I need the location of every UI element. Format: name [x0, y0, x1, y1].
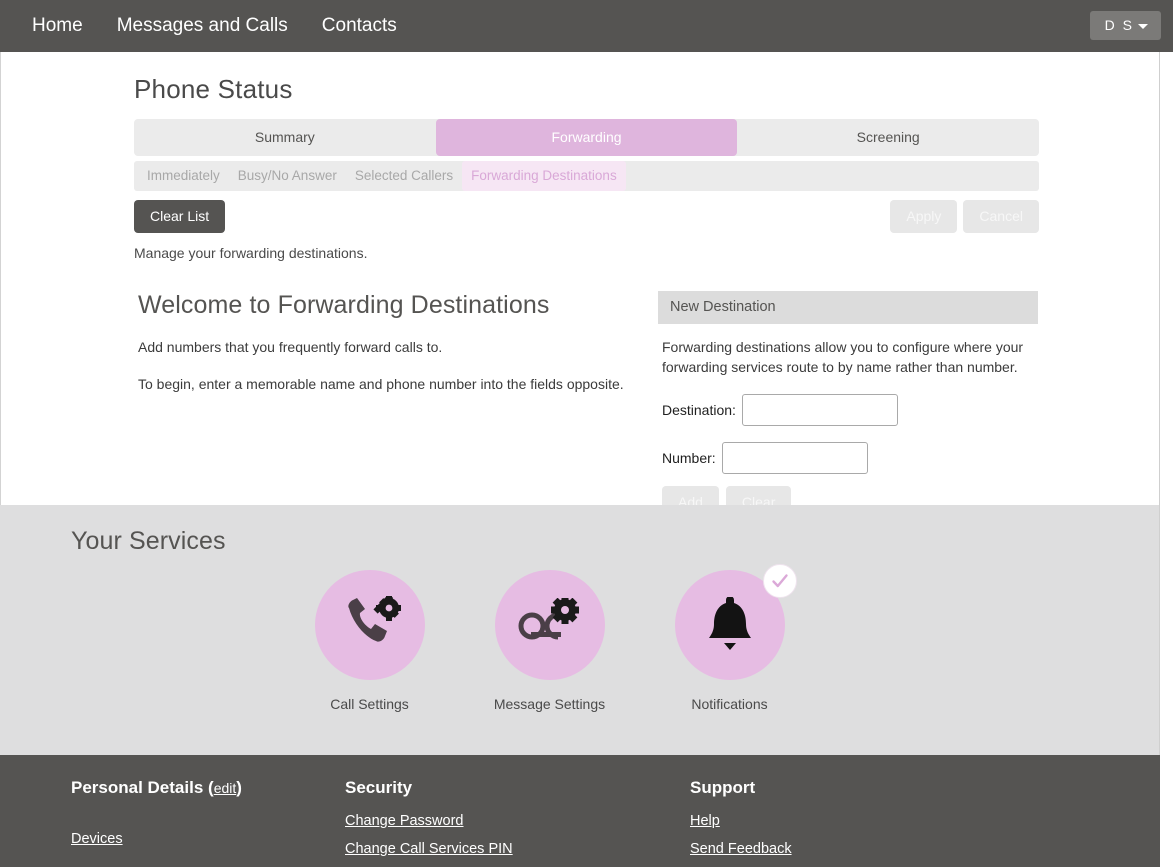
- footer-heading-support: Support: [690, 778, 756, 797]
- footer-heading-personal-details-text: Personal Details: [71, 778, 204, 797]
- footer-column-support: Support Help Send Feedback: [690, 773, 990, 867]
- tab-screening[interactable]: Screening: [737, 119, 1039, 156]
- voicemail-gear-icon: [518, 598, 579, 640]
- content-inner: Phone Status Summary Forwarding Screenin…: [1, 52, 1159, 519]
- destination-label: Destination:: [662, 401, 736, 418]
- your-services-title: Your Services: [71, 527, 226, 555]
- welcome-column: Welcome to Forwarding Destinations Add n…: [134, 291, 658, 519]
- new-destination-description: Forwarding destinations allow you to con…: [662, 339, 1024, 375]
- footer-link-change-call-services-pin[interactable]: Change Call Services PIN: [345, 841, 513, 857]
- destination-field-row: Destination:: [662, 393, 1038, 426]
- notifications-label: Notifications: [691, 696, 768, 712]
- nav-links: Home Messages and Calls Contacts: [0, 0, 414, 52]
- number-field-row: Number:: [662, 441, 1038, 474]
- footer-link-devices[interactable]: Devices: [71, 831, 123, 847]
- phone-gear-icon: [347, 596, 401, 642]
- service-tile-message-settings[interactable]: Message Settings: [477, 570, 623, 715]
- footer-heading-personal-details: Personal Details (edit): [71, 778, 345, 798]
- subtab-selected-callers[interactable]: Selected Callers: [346, 161, 462, 191]
- personal-details-edit-wrapper: (edit): [208, 778, 242, 797]
- footer-column-personal-details: Personal Details (edit) Devices: [0, 773, 345, 867]
- destination-input[interactable]: [741, 393, 898, 426]
- tab-summary[interactable]: Summary: [134, 119, 436, 156]
- new-destination-panel-body: Forwarding destinations allow you to con…: [658, 324, 1038, 519]
- check-icon: [771, 574, 788, 588]
- footer-link-send-feedback[interactable]: Send Feedback: [690, 841, 792, 857]
- welcome-heading: Welcome to Forwarding Destinations: [138, 291, 550, 319]
- message-settings-label: Message Settings: [493, 696, 606, 712]
- apply-cancel-group: Apply Cancel: [890, 200, 1039, 233]
- number-input[interactable]: [721, 441, 868, 474]
- welcome-line-2: To begin, enter a memorable name and pho…: [138, 375, 624, 392]
- footer-link-change-password[interactable]: Change Password: [345, 813, 464, 829]
- new-destination-panel: New Destination Forwarding destinations …: [658, 291, 1038, 519]
- primary-tab-bar: Summary Forwarding Screening: [134, 119, 1039, 156]
- nav-link-messages-and-calls[interactable]: Messages and Calls: [100, 0, 305, 52]
- secondary-tab-bar: Immediately Busy/No Answer Selected Call…: [134, 161, 1039, 191]
- right-edge-strip: [1161, 52, 1173, 867]
- call-settings-circle: [314, 570, 425, 680]
- service-tiles: Call Settings Message Settings Notificat…: [0, 564, 1159, 715]
- bell-icon: [708, 597, 751, 650]
- nav-link-home[interactable]: Home: [15, 0, 100, 52]
- chevron-down-icon: [1138, 23, 1148, 29]
- subtab-immediately[interactable]: Immediately: [138, 161, 229, 191]
- service-tile-notifications[interactable]: Notifications: [657, 564, 803, 715]
- main-content-card: Phone Status Summary Forwarding Screenin…: [0, 52, 1160, 519]
- nav-link-contacts[interactable]: Contacts: [305, 0, 414, 52]
- page-footer: Personal Details (edit) Devices Security…: [0, 755, 1160, 867]
- subtab-forwarding-destinations[interactable]: Forwarding Destinations: [462, 161, 626, 191]
- user-menu-button[interactable]: D S: [1089, 11, 1161, 40]
- tab-forwarding[interactable]: Forwarding: [435, 119, 738, 156]
- footer-link-help[interactable]: Help: [690, 813, 720, 829]
- new-destination-panel-title: New Destination: [658, 291, 1038, 324]
- app-page: Home Messages and Calls Contacts D S Pho…: [0, 0, 1173, 867]
- notifications-circle: [674, 564, 797, 680]
- welcome-line-1: Add numbers that you frequently forward …: [138, 339, 443, 355]
- call-settings-label: Call Settings: [330, 696, 409, 712]
- service-tile-call-settings[interactable]: Call Settings: [297, 570, 443, 715]
- number-label: Number:: [662, 449, 716, 466]
- user-initials: D S: [1104, 17, 1134, 33]
- subtab-busy-no-answer[interactable]: Busy/No Answer: [229, 161, 346, 191]
- footer-heading-security: Security: [345, 778, 413, 797]
- clear-list-button[interactable]: Clear List: [134, 200, 226, 233]
- page-title: Phone Status: [134, 74, 293, 104]
- personal-details-edit-link[interactable]: edit: [214, 780, 237, 796]
- top-navigation-bar: Home Messages and Calls Contacts D S: [0, 0, 1173, 52]
- action-button-row: Clear List Apply Cancel: [134, 200, 1039, 233]
- body-columns: Welcome to Forwarding Destinations Add n…: [134, 291, 1159, 519]
- notifications-enabled-badge: [762, 564, 797, 598]
- cancel-button[interactable]: Cancel: [963, 200, 1039, 233]
- page-hint-text: Manage your forwarding destinations.: [134, 245, 368, 261]
- footer-column-security: Security Change Password Change Call Ser…: [345, 773, 690, 867]
- your-services-section: Your Services Call Settings Message Sett…: [0, 505, 1160, 755]
- message-settings-circle: [494, 570, 605, 680]
- apply-button[interactable]: Apply: [890, 200, 958, 233]
